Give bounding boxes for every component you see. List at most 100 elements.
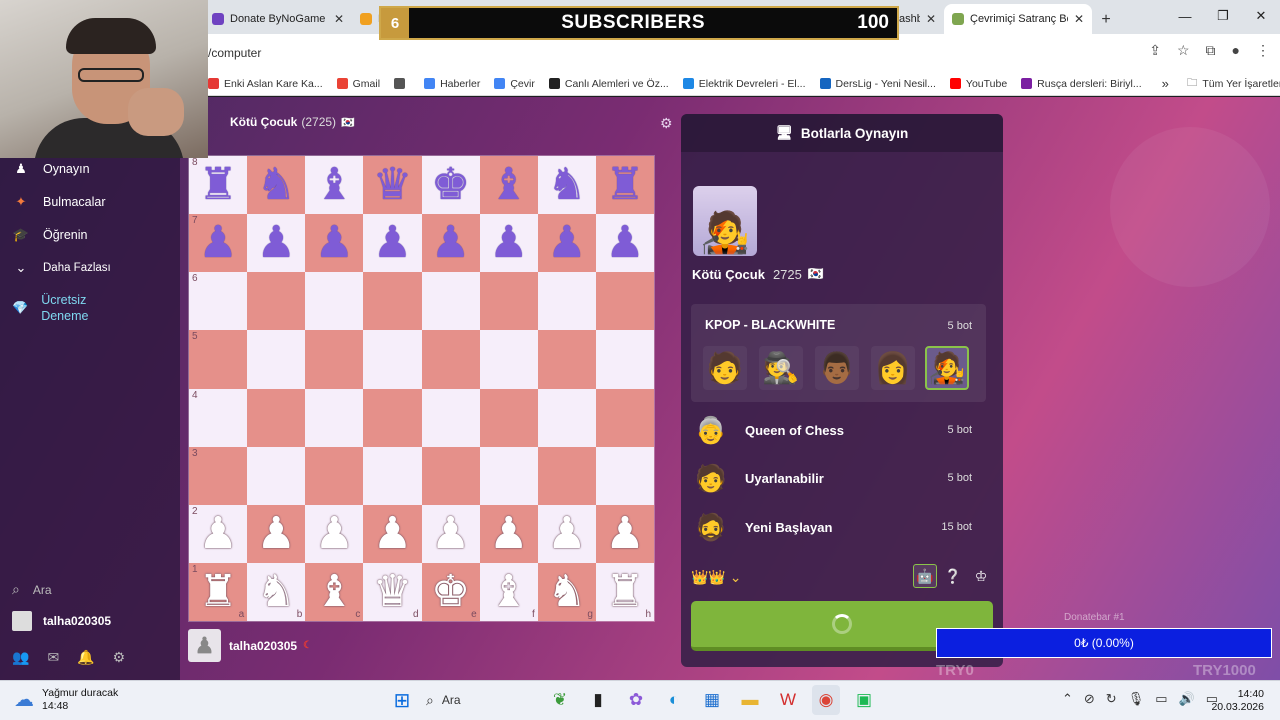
board-square[interactable]: 2 ♟ — [189, 504, 248, 563]
board-square[interactable] — [363, 330, 422, 389]
difficulty-crowns-dropdown[interactable]: 👑👑 ⌄ — [691, 569, 741, 586]
board-square[interactable]: ♟ — [537, 214, 596, 273]
network-icon[interactable]: ▭ — [1155, 691, 1167, 707]
close-tab-icon[interactable]: ✕ — [926, 12, 936, 26]
chrome-icon[interactable]: ◉ — [812, 685, 840, 715]
widgets-icon[interactable]: ❦ — [546, 685, 574, 715]
board-square[interactable] — [595, 330, 654, 389]
board-square[interactable] — [363, 272, 422, 331]
white-bishop-icon[interactable]: ♝ — [315, 569, 354, 614]
all-bookmarks[interactable]: 🗀 Tüm Yer İşaretleri — [1187, 75, 1280, 93]
tray-expand-icon[interactable]: ⌃ — [1062, 691, 1073, 707]
bot-avatar-3[interactable]: 👨🏾 — [815, 346, 859, 390]
board-square[interactable]: ♟ — [537, 504, 596, 563]
board-square[interactable]: ♛ — [363, 156, 422, 215]
mail-icon[interactable]: ✉ — [47, 649, 59, 666]
white-pawn-icon[interactable]: ♟ — [256, 511, 295, 556]
white-rook-icon[interactable]: ♜ — [605, 569, 644, 614]
black-knight-icon[interactable]: ♞ — [547, 163, 586, 207]
app-icon[interactable]: ▣ — [850, 685, 878, 715]
board-square[interactable]: 8 ♜ — [189, 156, 248, 215]
board-square[interactable] — [595, 446, 654, 505]
board-square[interactable] — [479, 272, 538, 331]
minimize-icon[interactable]: — — [1166, 0, 1204, 32]
board-square[interactable]: b ♞ — [247, 562, 306, 621]
bookmark-item[interactable] — [394, 78, 410, 89]
king-mode-icon[interactable]: ♔ — [969, 564, 993, 588]
bot-group-kpop[interactable]: KPOP - BLACKWHITE 5 bot 🧑 🕵 👨🏾 👩 🧑‍🎤 — [691, 304, 986, 402]
hint-mode-icon[interactable]: ❔ — [941, 564, 965, 588]
file-explorer-icon[interactable]: ▬ — [736, 685, 764, 715]
bell-icon[interactable]: 🔔 — [77, 649, 94, 666]
menu-icon[interactable]: ⋮ — [1256, 42, 1270, 59]
board-square[interactable]: ♚ — [421, 156, 480, 215]
black-pawn-icon[interactable]: ♟ — [315, 221, 354, 265]
tray-app-icon[interactable]: ⊘ — [1084, 691, 1095, 707]
bookmarks-more-button[interactable]: » — [1162, 76, 1169, 91]
black-knight-icon[interactable]: ♞ — [256, 163, 295, 207]
black-pawn-icon[interactable]: ♟ — [547, 221, 586, 265]
board-square[interactable]: ♟ — [421, 214, 480, 273]
bookmark-item[interactable]: Rusça dersleri: Biriyl... — [1021, 78, 1142, 90]
restore-icon[interactable]: ❐ — [1204, 0, 1242, 32]
tray-sync-icon[interactable]: ↻ — [1106, 691, 1117, 707]
windows-start-icon[interactable]: ⊞ — [388, 685, 416, 715]
board-square[interactable]: ♟ — [247, 214, 306, 273]
bookmark-item[interactable]: Enki Aslan Kare Ka... — [208, 78, 323, 90]
board-square[interactable]: 6 — [189, 272, 248, 331]
board-square[interactable] — [305, 446, 364, 505]
board-square[interactable]: ♟ — [479, 214, 538, 273]
bookmark-item[interactable]: DersLig - Yeni Nesil... — [819, 78, 936, 90]
board-square[interactable]: ♟ — [595, 504, 654, 563]
board-square[interactable]: g ♞ — [537, 562, 596, 621]
white-pawn-icon[interactable]: ♟ — [373, 511, 412, 556]
install-icon[interactable]: ⇪ — [1149, 42, 1161, 59]
clock[interactable]: 14:40 20.03.2026 — [1211, 688, 1264, 714]
black-bishop-icon[interactable]: ♝ — [489, 163, 528, 207]
board-square[interactable]: 7 ♟ — [189, 214, 248, 273]
bookmark-item[interactable]: Haberler — [424, 78, 480, 90]
friends-icon[interactable]: 👥 — [12, 649, 29, 666]
black-pawn-icon[interactable]: ♟ — [605, 221, 644, 265]
sidebar-user[interactable]: talha020305 — [12, 611, 111, 631]
bot-avatar-2[interactable]: 🕵 — [759, 346, 803, 390]
board-square[interactable]: ♞ — [537, 156, 596, 215]
board-square[interactable] — [595, 272, 654, 331]
settings-icon[interactable]: ⚙ — [113, 649, 126, 666]
board-square[interactable]: ♝ — [479, 156, 538, 215]
black-bishop-icon[interactable]: ♝ — [315, 163, 354, 207]
sidebar-item-learn[interactable]: 🎓 Öğrenin — [12, 227, 88, 243]
board-square[interactable]: ♝ — [305, 156, 364, 215]
board-square[interactable]: c ♝ — [305, 562, 364, 621]
board-square[interactable] — [247, 446, 306, 505]
black-rook-icon[interactable]: ♜ — [605, 163, 644, 207]
sidebar-search[interactable]: ⌕ Ara — [12, 581, 52, 598]
white-bishop-icon[interactable]: ♝ — [489, 569, 528, 614]
volume-icon[interactable]: 🔊 — [1179, 691, 1195, 707]
black-rook-icon[interactable]: ♜ — [198, 163, 237, 207]
browser-tab[interactable]: Donate ByNoGame ✕ — [204, 4, 352, 34]
bot-category-row[interactable]: 🧔 Yeni Başlayan 15 bot — [691, 505, 986, 549]
white-pawn-icon[interactable]: ♟ — [198, 511, 237, 556]
board-square[interactable]: ♞ — [247, 156, 306, 215]
board-settings-icon[interactable]: ⚙ — [660, 115, 673, 132]
white-rook-icon[interactable]: ♜ — [198, 569, 237, 614]
bookmark-item[interactable]: Canlı Alemleri ve Öz... — [548, 78, 669, 90]
black-pawn-icon[interactable]: ♟ — [373, 221, 412, 265]
bookmark-item[interactable]: YouTube — [949, 78, 1007, 90]
board-square[interactable]: ♟ — [305, 214, 364, 273]
board-square[interactable] — [537, 330, 596, 389]
board-square[interactable] — [247, 272, 306, 331]
close-tab-icon[interactable]: ✕ — [334, 12, 344, 26]
star-icon[interactable]: ☆ — [1177, 42, 1190, 59]
board-square[interactable]: ♟ — [363, 214, 422, 273]
black-queen-icon[interactable]: ♛ — [373, 163, 412, 207]
black-king-icon[interactable]: ♚ — [431, 163, 470, 207]
task-view-icon[interactable]: ▮ — [584, 685, 612, 715]
url-field[interactable]: /computer — [208, 46, 261, 60]
board-square[interactable] — [479, 446, 538, 505]
white-pawn-icon[interactable]: ♟ — [431, 511, 470, 556]
board-square[interactable] — [363, 446, 422, 505]
board-square[interactable] — [247, 330, 306, 389]
taskbar-search[interactable]: ⌕ Ara — [426, 685, 536, 715]
